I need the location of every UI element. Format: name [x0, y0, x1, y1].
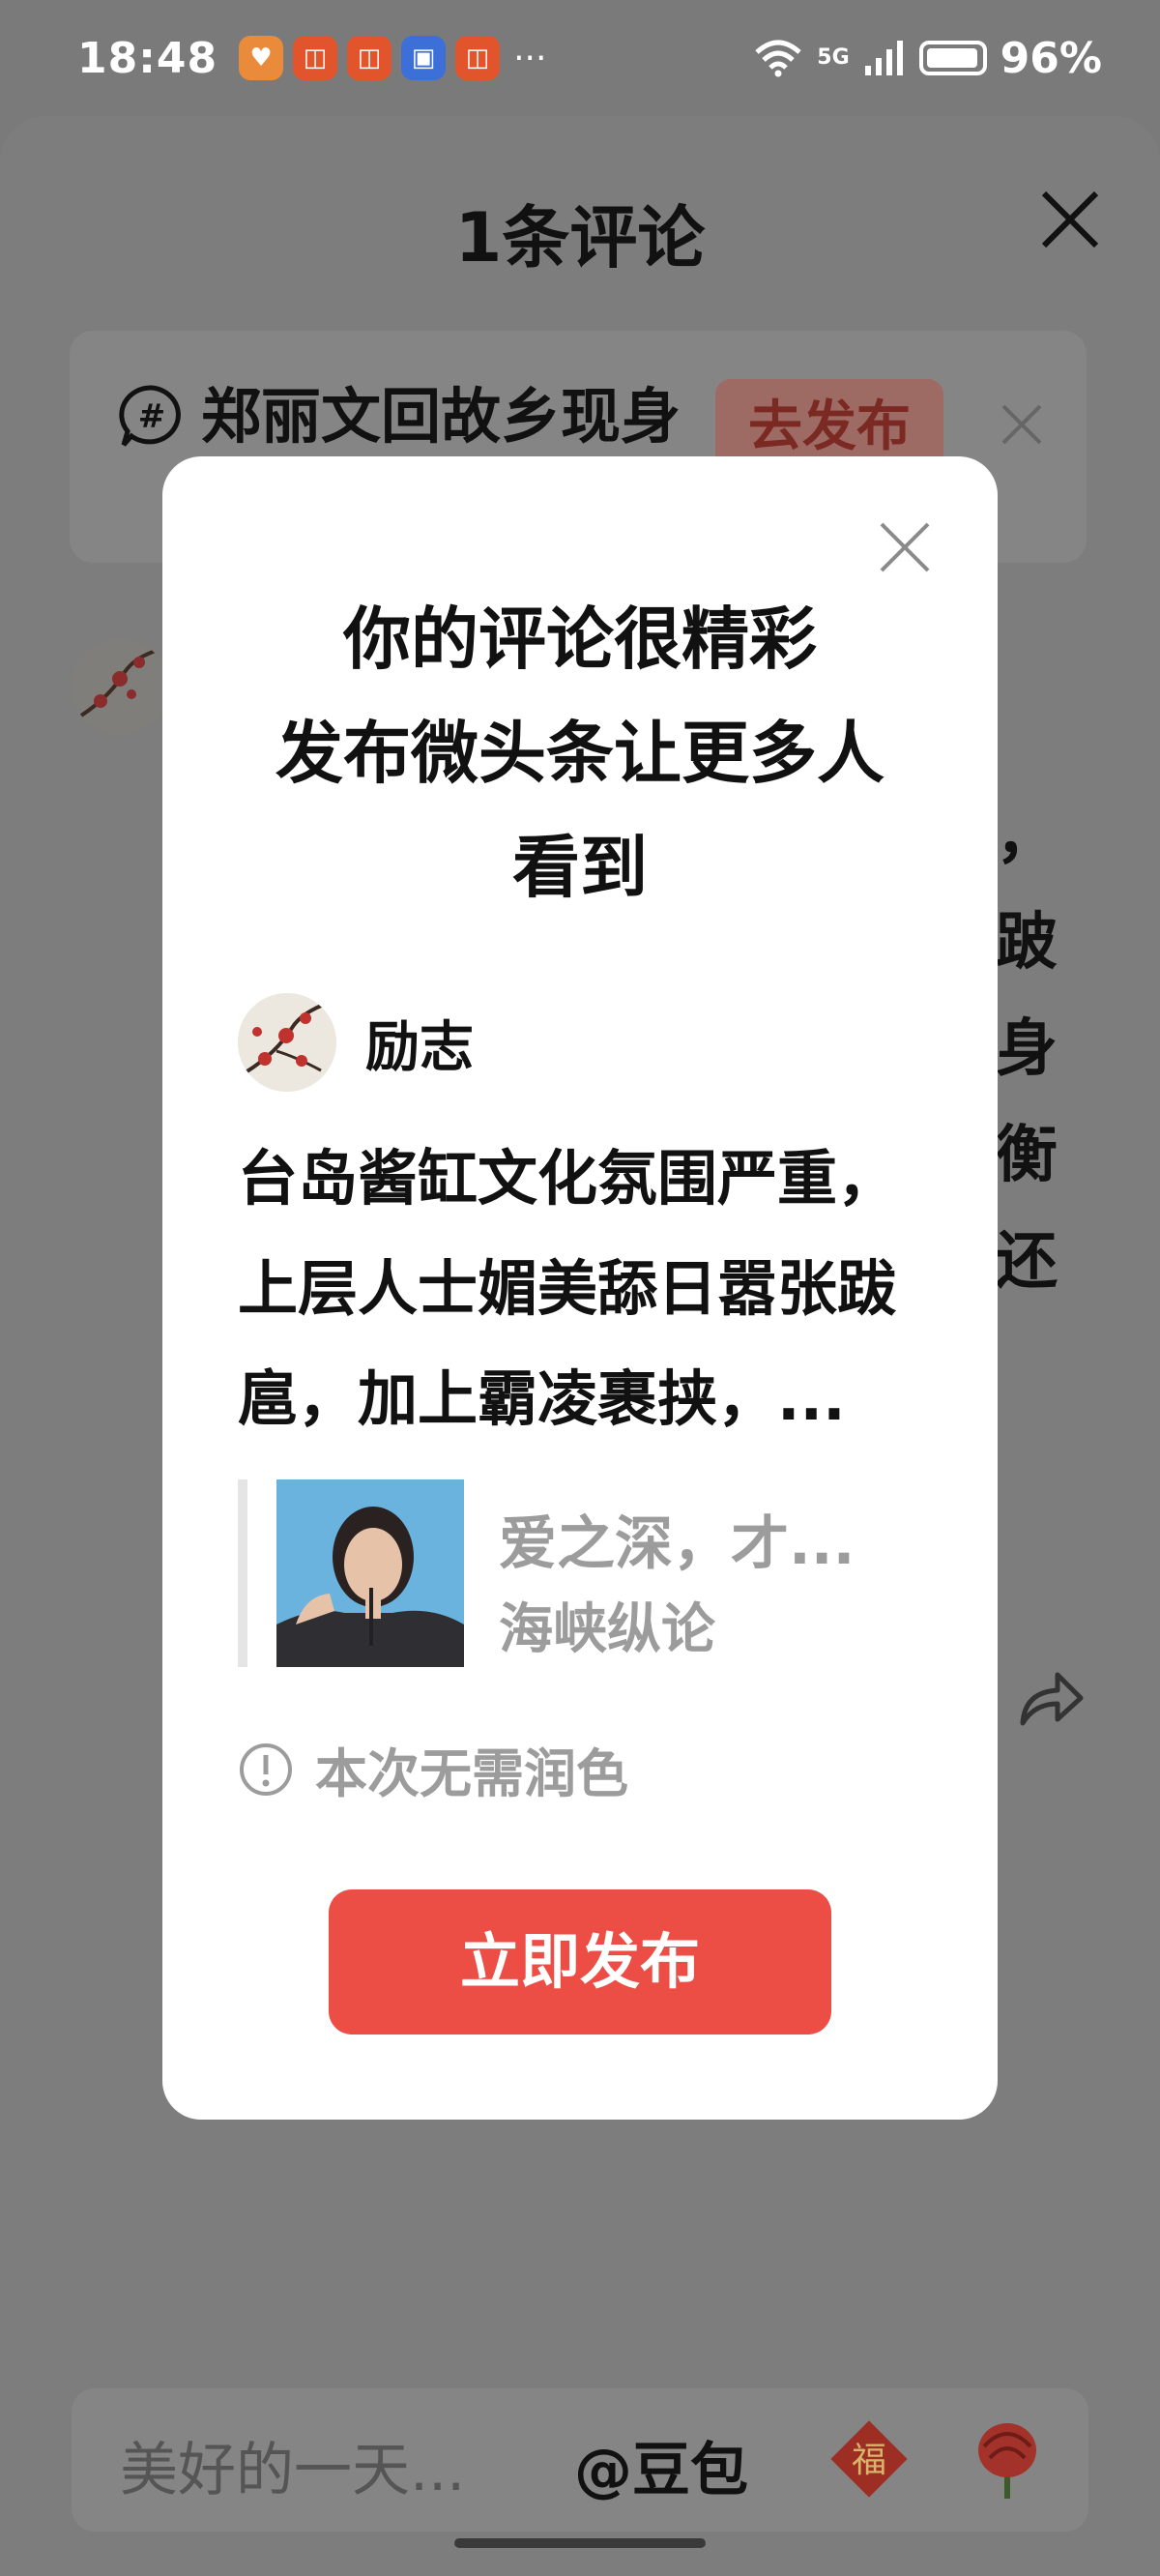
topic-text: 郑丽文回故乡现身 — [201, 381, 682, 452]
publish-now-button[interactable]: 立即发布 — [329, 1889, 831, 2034]
close-icon[interactable] — [1036, 186, 1104, 253]
polish-hint: 本次无需润色 — [238, 1731, 628, 1807]
battery-percent: 96% — [1000, 33, 1102, 83]
share-icon[interactable] — [1015, 1663, 1087, 1735]
close-icon[interactable] — [996, 398, 1048, 451]
network-type: 5G — [817, 45, 850, 70]
rose-emoji-icon[interactable] — [961, 2412, 1054, 2504]
avatar — [238, 993, 336, 1092]
publish-dialog: 你的评论很精彩 发布微头条让更多人 看到 励志 台岛酱缸文化氛围严重，上层人士媚… — [162, 456, 998, 2120]
comment-input-placeholder[interactable]: 美好的一天... — [120, 2423, 465, 2507]
svg-text:福: 福 — [852, 2441, 886, 2480]
app-notification-icon: ◫ — [455, 36, 501, 80]
comment-text: 台岛酱缸文化氛围严重，上层人士媚美舔日嚣张跋扈，加上霸凌裹挟，... — [238, 1143, 898, 1434]
health-app-icon: ♥ — [239, 36, 284, 80]
info-icon — [240, 1742, 292, 1796]
status-time: 18:48 — [77, 33, 218, 83]
article-source: 海峡纵论 — [499, 1598, 715, 1661]
plum-blossom-avatar — [238, 993, 336, 1092]
app-notification-icon: ◫ — [347, 36, 392, 80]
battery-icon — [918, 41, 987, 75]
mention-doubao-button[interactable]: @豆包 — [574, 2423, 748, 2507]
hint-text: 本次无需润色 — [315, 1743, 628, 1804]
notification-icons: ♥ ◫ ◫ ▣ ◫ — [239, 36, 501, 80]
dialog-title: 你的评论很精彩 发布微头条让更多人 看到 — [276, 600, 884, 907]
avatar[interactable] — [72, 638, 168, 735]
comment-input-bar[interactable]: 美好的一天... @豆包 福 — [72, 2388, 1088, 2532]
app-notification-icon: ◫ — [293, 36, 338, 80]
quoted-article[interactable]: 爱之深，才... 海峡纵论 — [238, 1479, 914, 1667]
plum-blossom-avatar — [79, 648, 160, 717]
app-notification-icon: ▣ — [401, 36, 447, 80]
more-notifications-icon: ··· — [513, 38, 547, 78]
article-thumbnail — [276, 1479, 464, 1667]
gesture-bar — [454, 2538, 706, 2548]
status-bar: 18:48 ♥ ◫ ◫ ▣ ◫ ··· 5G 96% — [0, 0, 1160, 116]
signal-icon — [864, 41, 903, 75]
sheet-title: 1条评论 — [454, 198, 706, 278]
author-row: 励志 — [238, 993, 474, 1092]
article-title: 爱之深，才... — [499, 1510, 856, 1578]
comment-text-partial: ， 跛 身 衡 还 — [996, 801, 1058, 1298]
fu-sticker-icon[interactable]: 福 — [827, 2417, 911, 2501]
author-name: 励志 — [365, 1015, 474, 1079]
wifi-icon — [755, 40, 801, 77]
close-icon[interactable] — [876, 518, 934, 576]
